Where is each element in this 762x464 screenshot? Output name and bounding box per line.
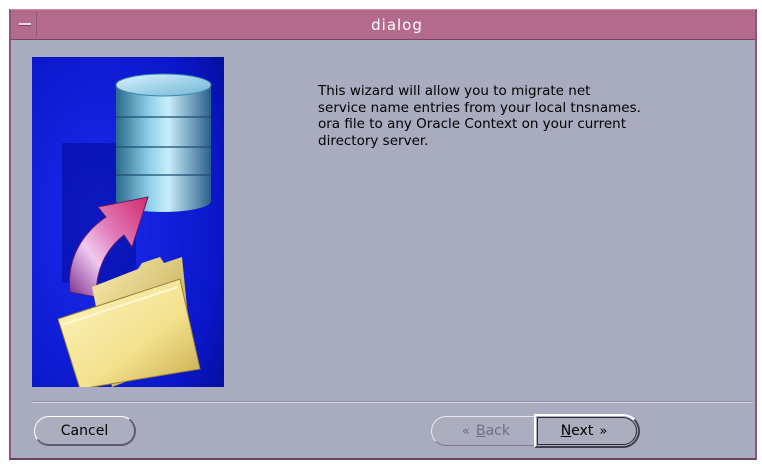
button-separator: [32, 401, 753, 403]
cancel-label: Cancel: [60, 422, 109, 439]
cancel-button[interactable]: Cancel: [34, 416, 136, 446]
description-line: service name entries from your local tns…: [318, 99, 641, 116]
description-line: directory server.: [318, 132, 429, 149]
window-title: dialog: [371, 16, 423, 34]
window-menu-icon: [19, 23, 31, 25]
back-label: Back: [475, 423, 510, 439]
description-line: This wizard will allow you to migrate ne…: [318, 83, 591, 99]
next-arrow-icon: »: [599, 423, 608, 439]
description-line: ora file to any Oracle Context on your c…: [318, 116, 627, 132]
window-menu-button[interactable]: [13, 12, 37, 36]
title-bar[interactable]: dialog: [11, 10, 755, 40]
dialog-window: dialog This wizard will allow you to mig…: [9, 9, 757, 460]
next-button[interactable]: Next »: [534, 414, 640, 448]
back-button[interactable]: « Back: [431, 416, 535, 446]
navigation-buttons: « Back Next »: [431, 414, 640, 448]
database-cylinder-icon: [115, 73, 212, 212]
wizard-description: This wizard will allow you to migrate ne…: [318, 83, 718, 149]
next-label: Next: [560, 423, 594, 439]
wizard-illustration: [32, 57, 224, 387]
back-arrow-icon: «: [462, 423, 470, 439]
